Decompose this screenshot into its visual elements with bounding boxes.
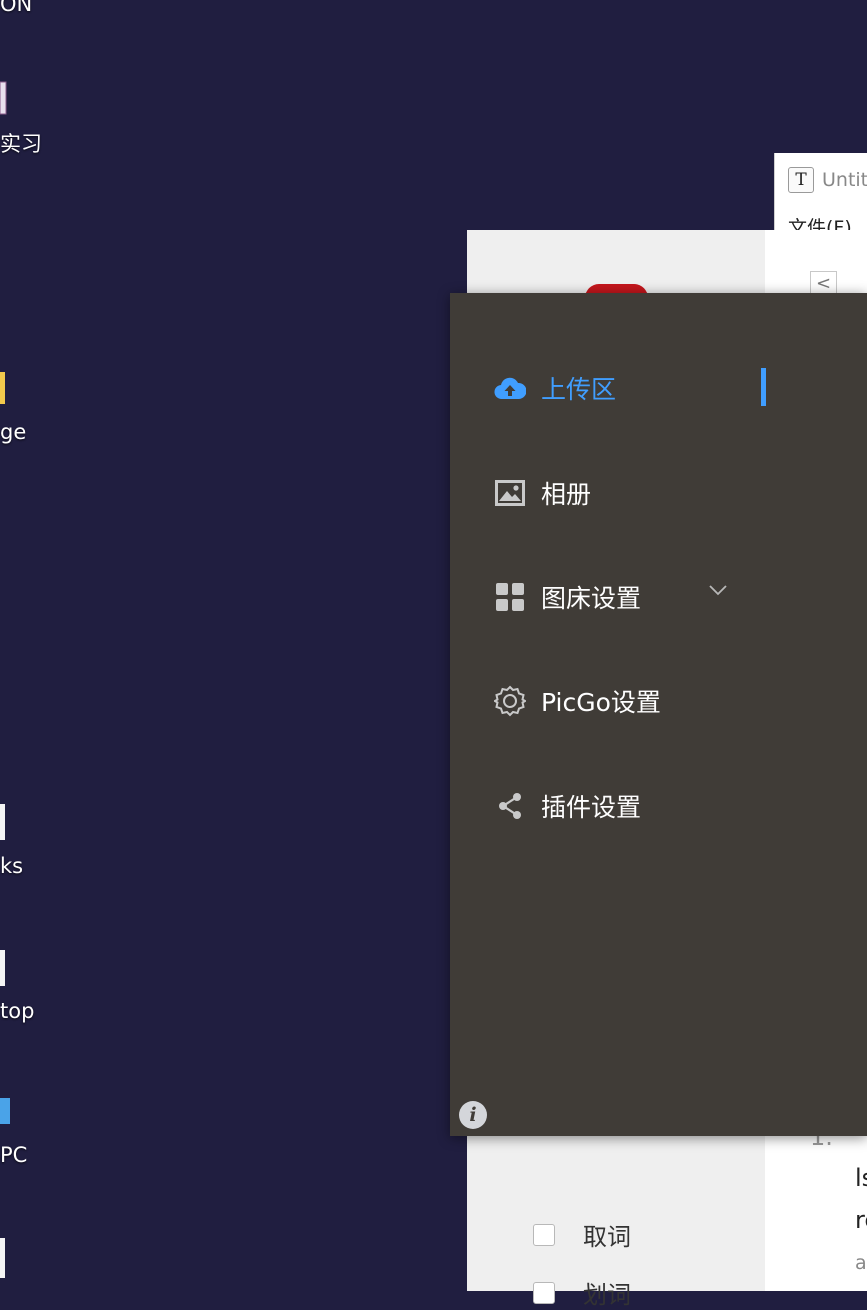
- checkbox-row[interactable]: 划词: [533, 1275, 631, 1310]
- desktop-icon-label[interactable]: ON: [0, 0, 32, 16]
- menu-item-label: PicGo设置: [541, 688, 661, 717]
- menu-item-upload[interactable]: 上传区: [494, 366, 616, 410]
- menu-item-label: 上传区: [541, 375, 617, 404]
- share-icon: [494, 790, 526, 822]
- cloud-upload-icon: [494, 372, 526, 404]
- picgo-nav-menu: 上传区 相册 图床设置 PicGo设置 插件设置 i: [450, 293, 867, 1136]
- image-icon: [494, 477, 526, 509]
- desktop-icon-label[interactable]: ge: [0, 420, 26, 444]
- checkbox-label: 取词: [583, 1223, 631, 1251]
- checkbox-label: 划词: [583, 1281, 631, 1309]
- gear-icon: [494, 685, 526, 717]
- checkbox[interactable]: [533, 1223, 555, 1246]
- menu-item-label: 插件设置: [541, 793, 642, 822]
- grid-icon: [494, 581, 526, 613]
- active-indicator: [761, 368, 766, 406]
- menu-item-gallery[interactable]: 相册: [494, 471, 591, 515]
- document-icon[interactable]: [0, 80, 8, 120]
- desktop-icon-label[interactable]: ks: [0, 854, 23, 878]
- info-icon[interactable]: i: [459, 1101, 487, 1129]
- content-text: a: [855, 1252, 867, 1274]
- desktop-icon-label[interactable]: PC: [0, 1143, 27, 1167]
- menu-item-label: 相册: [541, 480, 592, 509]
- file-icon[interactable]: [0, 1238, 8, 1282]
- window-title: Untit: [822, 169, 867, 191]
- desktop-icon-label[interactable]: 实习: [0, 128, 42, 158]
- checkbox-row[interactable]: 取词: [533, 1217, 631, 1252]
- chevron-down-icon[interactable]: [708, 581, 728, 600]
- checkbox[interactable]: [533, 1281, 555, 1304]
- file-icon[interactable]: [0, 950, 8, 990]
- menu-item-image-host-settings[interactable]: 图床设置: [494, 575, 641, 619]
- menu-item-label: 图床设置: [541, 584, 642, 613]
- desktop-icon-label[interactable]: top: [0, 999, 34, 1023]
- typora-app-icon: T: [788, 167, 814, 193]
- folder-icon[interactable]: [0, 368, 8, 410]
- content-text: ls: [855, 1164, 867, 1192]
- content-text: re: [855, 1206, 867, 1234]
- file-icon[interactable]: [0, 804, 8, 844]
- this-pc-icon[interactable]: [0, 1094, 12, 1134]
- menu-item-plugin-settings[interactable]: 插件设置: [494, 784, 641, 828]
- menu-item-picgo-settings[interactable]: PicGo设置: [494, 679, 661, 723]
